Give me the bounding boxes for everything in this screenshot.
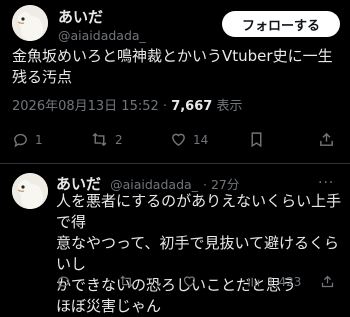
- reply-retweet-button[interactable]: [118, 274, 135, 289]
- reply-count: 1: [35, 132, 43, 147]
- reply-text-line: ほぼ災害じゃん: [56, 297, 162, 315]
- share-icon: [320, 274, 335, 289]
- reply-author-handle[interactable]: @aiaidadada_: [110, 177, 198, 192]
- reply-text-line: 人を悪者にするのがありえないくらい上手で得: [56, 192, 342, 231]
- reply-like-button[interactable]: [182, 274, 197, 289]
- timestamp[interactable]: 2026年08月13日 15:52: [12, 99, 159, 114]
- like-icon: [182, 274, 197, 289]
- meta-separator: ·: [162, 99, 168, 114]
- divider: [0, 163, 350, 164]
- follow-button[interactable]: フォローする: [222, 11, 340, 37]
- author-name[interactable]: あいだ: [58, 6, 103, 27]
- reply-text: 人を悪者にするのがありえないくらい上手で得 意なやつって、初手で見抜いて避けるく…: [56, 191, 344, 317]
- retweet-icon: [90, 131, 109, 148]
- reply-text-line: 意なやつって、初手で見抜いて避けるくらいし: [56, 234, 340, 273]
- views-label: 表示: [216, 99, 243, 114]
- reply-icon: [12, 131, 29, 148]
- avatar[interactable]: [12, 5, 48, 41]
- views-icon: [246, 274, 261, 289]
- tweet-text: 金魚坂めいろと鳴神裁とかいうVtuber史に一生残る汚点: [12, 47, 333, 86]
- reply-views-count: 1,423: [267, 274, 302, 289]
- share-button[interactable]: [318, 131, 335, 148]
- share-icon: [318, 131, 335, 148]
- tweet-meta: 2026年08月13日 15:52 · 7,667 表示: [12, 95, 242, 114]
- retweet-icon: [118, 274, 135, 289]
- like-button[interactable]: 14: [170, 131, 208, 148]
- bookmark-button[interactable]: [249, 131, 264, 148]
- like-icon: [170, 131, 187, 148]
- bookmark-icon: [249, 131, 264, 148]
- reply-time[interactable]: · 27分: [203, 177, 239, 192]
- reply-share-button[interactable]: [320, 274, 335, 289]
- reply-views-button[interactable]: 1,423: [246, 274, 301, 289]
- views-count: 7,667: [171, 99, 213, 114]
- like-count: 14: [193, 132, 209, 147]
- author-handle[interactable]: @aiaidadada_: [58, 28, 146, 43]
- reply-button[interactable]: 1: [12, 131, 43, 148]
- reply-reply-button[interactable]: [56, 274, 71, 289]
- reply-avatar[interactable]: [12, 173, 48, 209]
- reply-icon: [56, 274, 71, 289]
- retweet-count: 2: [115, 132, 123, 147]
- retweet-button[interactable]: 2: [90, 131, 123, 148]
- more-icon[interactable]: ···: [318, 175, 334, 191]
